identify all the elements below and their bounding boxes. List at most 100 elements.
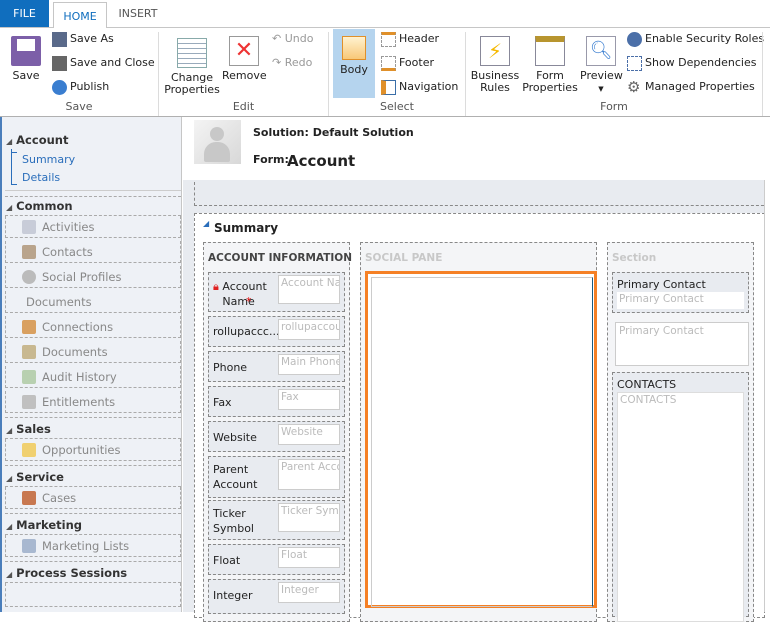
tree-line bbox=[11, 149, 17, 185]
fp-label-2: Properties bbox=[522, 81, 578, 94]
save-group-label: Save bbox=[65, 100, 93, 113]
redo-button[interactable]: ↷ Redo bbox=[272, 54, 312, 72]
navigation-icon bbox=[381, 79, 396, 95]
navigation-button[interactable]: Navigation bbox=[381, 78, 458, 96]
sidebar-item-opportunities[interactable]: Opportunities bbox=[5, 439, 181, 461]
avatar-head-icon bbox=[210, 127, 224, 141]
footer-button[interactable]: Footer bbox=[381, 54, 434, 72]
publish-icon bbox=[52, 79, 67, 95]
item-label: Connections bbox=[42, 320, 114, 334]
sidebar-common-header[interactable]: ◢ Common bbox=[6, 199, 73, 213]
form-header-area[interactable] bbox=[194, 182, 770, 206]
preview-button[interactable]: 🔍︎ Preview ▼ bbox=[580, 36, 623, 95]
sidebar-item-audit-history[interactable]: Audit History bbox=[5, 366, 181, 388]
service-label: Service bbox=[16, 470, 64, 484]
managed-properties-button[interactable]: ⚙ Managed Properties bbox=[627, 78, 755, 96]
contacts-subgrid[interactable]: CONTACTS CONTACTS bbox=[612, 372, 749, 622]
field-primary-contact[interactable]: Primary Contact Primary Contact bbox=[612, 272, 749, 313]
sidebar-item-activities[interactable]: Activities bbox=[5, 216, 181, 238]
business-rules-button[interactable]: ⚡ Business Rules bbox=[470, 36, 520, 94]
publish-button[interactable]: Publish bbox=[52, 78, 109, 96]
sidebar-marketing-header[interactable]: ◢ Marketing bbox=[6, 518, 82, 532]
body-button[interactable]: Body bbox=[333, 29, 375, 98]
dropdown-arrow-icon: ▼ bbox=[598, 85, 604, 93]
field-rollupaccount[interactable]: rollupaccc...rollupaccount bbox=[208, 316, 345, 347]
collapse-icon: ◢ bbox=[6, 426, 13, 435]
sidebar-item-contacts[interactable]: Contacts bbox=[5, 241, 181, 263]
select-group-label: Select bbox=[380, 100, 414, 113]
field-float[interactable]: Float Float bbox=[208, 544, 345, 575]
header-icon bbox=[381, 31, 396, 47]
field-input[interactable]: Main Phone bbox=[278, 354, 340, 375]
divider bbox=[5, 417, 181, 418]
sidebar-service-header[interactable]: ◢ Service bbox=[6, 470, 64, 484]
primary-contact-card[interactable]: Primary Contact bbox=[615, 322, 749, 366]
divider bbox=[5, 465, 181, 466]
item-label: Entitlements bbox=[42, 395, 116, 409]
field-input[interactable]: rollupaccount bbox=[278, 319, 340, 340]
sidebar-item-summary[interactable]: Summary bbox=[22, 153, 75, 166]
field-input[interactable]: Ticker Symbol bbox=[278, 503, 340, 532]
item-label: Documents bbox=[42, 345, 108, 359]
sidebar-item-marketing-lists[interactable]: Marketing Lists bbox=[5, 535, 181, 557]
save-as-button[interactable]: Save As bbox=[52, 30, 114, 48]
contacts-icon bbox=[22, 245, 36, 259]
remove-button[interactable]: ✕ Remove bbox=[222, 36, 267, 82]
field-input[interactable]: Primary Contact bbox=[617, 292, 744, 309]
sidebar-sales-header[interactable]: ◢ Sales bbox=[6, 422, 51, 436]
save-icon bbox=[11, 36, 41, 66]
collapse-icon: ◢ bbox=[6, 137, 13, 146]
save-and-close-button[interactable]: Save and Close bbox=[52, 54, 155, 72]
field-ticker-symbol[interactable]: Ticker Symbol Ticker Symbol bbox=[208, 500, 345, 540]
social-pane-control-selected[interactable] bbox=[365, 271, 597, 608]
item-label: Contacts bbox=[42, 245, 93, 259]
field-input[interactable]: Float bbox=[278, 547, 340, 568]
sidebar-process-sessions-header[interactable]: ◢ Process Sessions bbox=[6, 566, 127, 580]
collapse-icon[interactable]: ◢ bbox=[203, 219, 209, 228]
marketing-lists-icon bbox=[22, 539, 36, 553]
scrollbar[interactable] bbox=[764, 180, 770, 612]
item-label: Opportunities bbox=[42, 443, 121, 457]
item-label: Documents bbox=[26, 295, 92, 309]
business-rules-icon: ⚡ bbox=[480, 36, 510, 66]
field-phone[interactable]: Phone Main Phone bbox=[208, 351, 345, 382]
tab-insert[interactable]: INSERT bbox=[110, 0, 166, 27]
item-label: Cases bbox=[42, 491, 77, 505]
sidebar-item-cases[interactable]: Cases bbox=[5, 487, 181, 509]
field-input[interactable]: Fax bbox=[278, 389, 340, 410]
field-input[interactable]: Account Name bbox=[278, 275, 340, 304]
show-dependencies-button[interactable]: Show Dependencies bbox=[627, 54, 756, 72]
header-button[interactable]: Header bbox=[381, 30, 439, 48]
subgrid-area[interactable]: CONTACTS bbox=[617, 392, 744, 622]
field-parent-account[interactable]: Parent Account Parent Account bbox=[208, 456, 345, 498]
field-input[interactable]: Integer bbox=[278, 582, 340, 603]
enable-security-roles-button[interactable]: Enable Security Roles bbox=[627, 30, 764, 48]
sidebar-item-documents[interactable]: Documents bbox=[5, 291, 181, 313]
save-button[interactable]: Save bbox=[8, 36, 44, 82]
sidebar-item-social-profiles[interactable]: Social Profiles bbox=[5, 266, 181, 288]
field-input[interactable]: Website bbox=[278, 424, 340, 445]
field-fax[interactable]: Fax Fax bbox=[208, 386, 345, 417]
process-sessions-area bbox=[5, 583, 181, 607]
sidebar-item-entitlements[interactable]: Entitlements bbox=[5, 391, 181, 413]
marketing-label: Marketing bbox=[16, 518, 83, 532]
undo-button[interactable]: ↶ Undo bbox=[272, 30, 313, 48]
security-label: Enable Security Roles bbox=[645, 32, 765, 45]
field-account-name[interactable]: 🔒︎ Account Name* Account Name bbox=[208, 272, 345, 312]
undo-label: Undo bbox=[284, 32, 314, 45]
tab-home[interactable]: HOME bbox=[53, 2, 107, 28]
field-input[interactable]: Parent Account bbox=[278, 459, 340, 490]
tab-file[interactable]: FILE bbox=[0, 0, 49, 27]
sidebar-account-header[interactable]: ◢ Account bbox=[6, 133, 68, 147]
remove-label: Remove bbox=[222, 69, 267, 82]
edit-group-label: Edit bbox=[232, 100, 255, 113]
change-properties-button[interactable]: Change Properties bbox=[164, 38, 220, 96]
sidebar-item-documents-2[interactable]: Documents bbox=[5, 341, 181, 363]
field-label: rollupaccc... bbox=[213, 325, 280, 338]
field-website[interactable]: Website Website bbox=[208, 421, 345, 452]
form-properties-button[interactable]: Form Properties bbox=[522, 36, 578, 94]
form-properties-icon bbox=[535, 36, 565, 66]
field-integer[interactable]: Integer Integer bbox=[208, 579, 345, 614]
sidebar-item-details[interactable]: Details bbox=[22, 171, 60, 184]
sidebar-item-connections[interactable]: Connections bbox=[5, 316, 181, 338]
